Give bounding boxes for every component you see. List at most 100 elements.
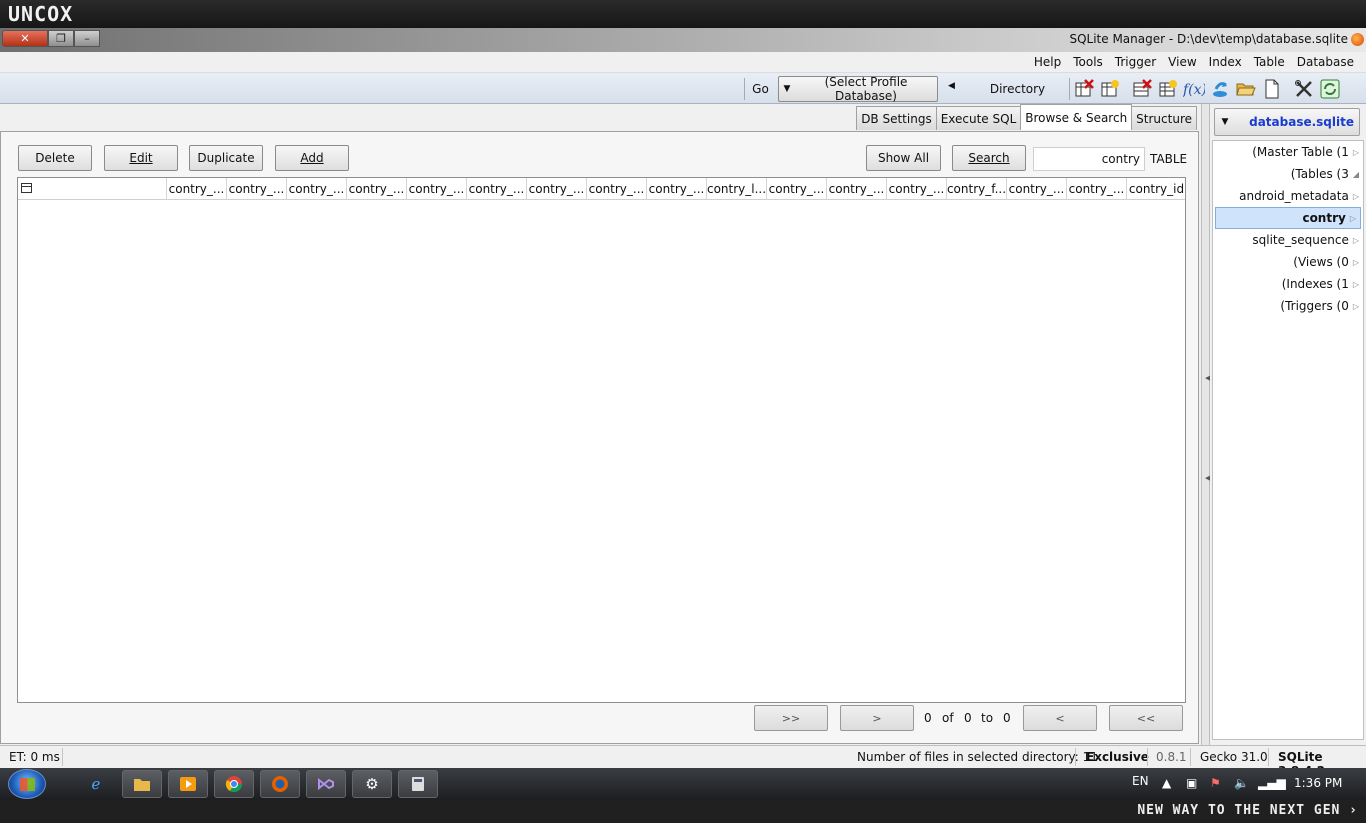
pane-splitter[interactable]: ◀ ◀ [1201, 104, 1210, 745]
drop-table-icon[interactable] [1072, 77, 1096, 101]
menu-tools[interactable]: Tools [1067, 55, 1109, 69]
column-header[interactable]: contry_... [166, 178, 226, 200]
network-warning-icon[interactable]: ⚑ [1210, 776, 1221, 790]
show-hidden-icons-icon[interactable]: ▲ [1162, 776, 1171, 790]
chrome-icon[interactable] [214, 770, 254, 798]
menu-help[interactable]: Help [1028, 55, 1067, 69]
attach-database-icon[interactable] [1208, 77, 1232, 101]
function-icon[interactable]: f(x) [1182, 77, 1206, 101]
tab-db-settings[interactable]: DB Settings [856, 106, 937, 130]
file-explorer-icon[interactable] [122, 770, 162, 798]
menu-database[interactable]: Database [1291, 55, 1360, 69]
show-all-button[interactable]: Show All [866, 145, 941, 171]
firefox-taskbar-icon[interactable] [260, 770, 300, 798]
column-header[interactable]: contry_f... [946, 178, 1006, 200]
tab-structure[interactable]: Structure [1131, 106, 1197, 130]
database-selector[interactable]: ▼ database.sqlite [1214, 108, 1360, 136]
tree-item-sqlite-sequence[interactable]: sqlite_sequence ▷ [1213, 229, 1363, 251]
expand-triangle-icon[interactable]: ▷ [1353, 302, 1359, 311]
media-player-icon[interactable] [168, 770, 208, 798]
column-header[interactable]: contry_... [466, 178, 526, 200]
visual-studio-icon[interactable] [306, 770, 346, 798]
edit-button[interactable]: Edit [104, 145, 178, 171]
expand-triangle-icon[interactable]: ▷ [1350, 214, 1356, 223]
internet-explorer-icon[interactable]: ℯ [76, 770, 116, 798]
start-button[interactable] [8, 769, 46, 799]
column-header[interactable]: contry_... [586, 178, 646, 200]
firefox-icon [1351, 33, 1364, 46]
maximize-window-button[interactable]: ❐ [48, 30, 74, 47]
refresh-icon[interactable] [1318, 77, 1342, 101]
tree-item-contry[interactable]: contry ▷ [1215, 207, 1361, 229]
column-header[interactable]: contry_... [226, 178, 286, 200]
column-picker-icon[interactable] [21, 183, 32, 193]
expand-triangle-icon[interactable]: ▷ [1353, 192, 1359, 201]
column-header[interactable]: contry_... [346, 178, 406, 200]
tree-item-android-metadata[interactable]: android_metadata ▷ [1213, 185, 1363, 207]
go-button[interactable]: Go [744, 78, 776, 100]
directory-file-count: Number of files in selected directory: 1… [857, 750, 1098, 764]
column-header[interactable]: contry_id [1126, 178, 1186, 200]
first-page-button[interactable]: << [1109, 705, 1183, 731]
tree-item-triggers[interactable]: (Triggers (0 ▷ [1213, 295, 1363, 317]
column-header[interactable]: contry_... [1066, 178, 1126, 200]
expand-triangle-icon[interactable]: ▷ [1353, 148, 1359, 157]
collapse-triangle-icon[interactable]: ◢ [1353, 170, 1359, 179]
tree-item-views[interactable]: (Views (0 ▷ [1213, 251, 1363, 273]
search-button[interactable]: Search [952, 145, 1026, 171]
arrow-left-icon[interactable]: ◀ [948, 81, 955, 91]
delete-button[interactable]: Delete [18, 145, 92, 171]
column-header[interactable]: contry_... [526, 178, 586, 200]
close-window-button[interactable]: ✕ [2, 30, 48, 47]
create-index-icon[interactable] [1156, 77, 1180, 101]
new-file-icon[interactable] [1260, 77, 1284, 101]
settings-tools-icon[interactable] [1292, 77, 1316, 101]
expand-triangle-icon[interactable]: ▷ [1353, 236, 1359, 245]
column-header[interactable]: contry_... [766, 178, 826, 200]
tab-browse-search[interactable]: Browse & Search [1020, 104, 1133, 130]
tree-item-tables[interactable]: (Tables (3 ◢ [1213, 163, 1363, 185]
locking-mode[interactable]: Exclusive [1086, 750, 1149, 764]
menu-index[interactable]: Index [1203, 55, 1248, 69]
slogan-text: NEW WAY TO THE NEXT GEN [1137, 803, 1341, 818]
minimize-window-button[interactable]: – [74, 30, 100, 47]
open-folder-icon[interactable] [1234, 77, 1258, 101]
menu-trigger[interactable]: Trigger [1109, 55, 1162, 69]
menu-table[interactable]: Table [1248, 55, 1291, 69]
column-header[interactable]: contry_... [286, 178, 346, 200]
clock[interactable]: 1:36 PM [1294, 776, 1342, 790]
bottom-brand-strip: NEW WAY TO THE NEXT GEN › [0, 800, 1366, 823]
column-header[interactable]: contry_... [886, 178, 946, 200]
tree-item-indexes[interactable]: (Indexes (1 ▷ [1213, 273, 1363, 295]
duplicate-button[interactable]: Duplicate [189, 145, 263, 171]
results-grid[interactable]: contry_... contry_... contry_... contry_… [17, 177, 1186, 703]
clipboard-icon[interactable]: ▣ [1186, 776, 1197, 790]
show-all-button-label: Show All [877, 151, 930, 165]
calculator-icon[interactable] [398, 770, 438, 798]
signal-strength-icon[interactable]: ▂▄▆ [1258, 776, 1286, 790]
database-name: database.sqlite [1249, 115, 1354, 129]
column-header[interactable]: contry_l... [706, 178, 766, 200]
expand-triangle-icon[interactable]: ▷ [1353, 280, 1359, 289]
add-button[interactable]: Add [275, 145, 349, 171]
next-page-button[interactable]: > [840, 705, 914, 731]
tree-item-master-table[interactable]: (Master Table (1 ▷ [1213, 141, 1363, 163]
directory-button[interactable]: Directory [966, 78, 1070, 100]
expand-triangle-icon[interactable]: ▷ [1353, 258, 1359, 267]
tab-execute-sql[interactable]: Execute SQL [935, 106, 1022, 130]
create-table-icon[interactable] [1098, 77, 1122, 101]
column-header[interactable]: contry_... [406, 178, 466, 200]
input-language-indicator[interactable]: EN [1132, 774, 1149, 788]
volume-icon[interactable]: 🔈 [1234, 776, 1249, 790]
profile-database-select[interactable]: ▼ (Select Profile Database) [778, 75, 938, 103]
last-page-button[interactable]: >> [754, 705, 828, 731]
menu-view[interactable]: View [1162, 55, 1202, 69]
database-sidebar: ▼ database.sqlite (Master Table (1 ▷ (Ta… [1210, 104, 1366, 745]
previous-page-button[interactable]: < [1023, 705, 1097, 731]
settings-gear-icon[interactable]: ⚙ [352, 770, 392, 798]
drop-index-icon[interactable] [1130, 77, 1154, 101]
column-header[interactable]: contry_... [826, 178, 886, 200]
table-name-field[interactable]: contry [1033, 147, 1145, 171]
column-header[interactable]: contry_... [1006, 178, 1066, 200]
column-header[interactable]: contry_... [646, 178, 706, 200]
